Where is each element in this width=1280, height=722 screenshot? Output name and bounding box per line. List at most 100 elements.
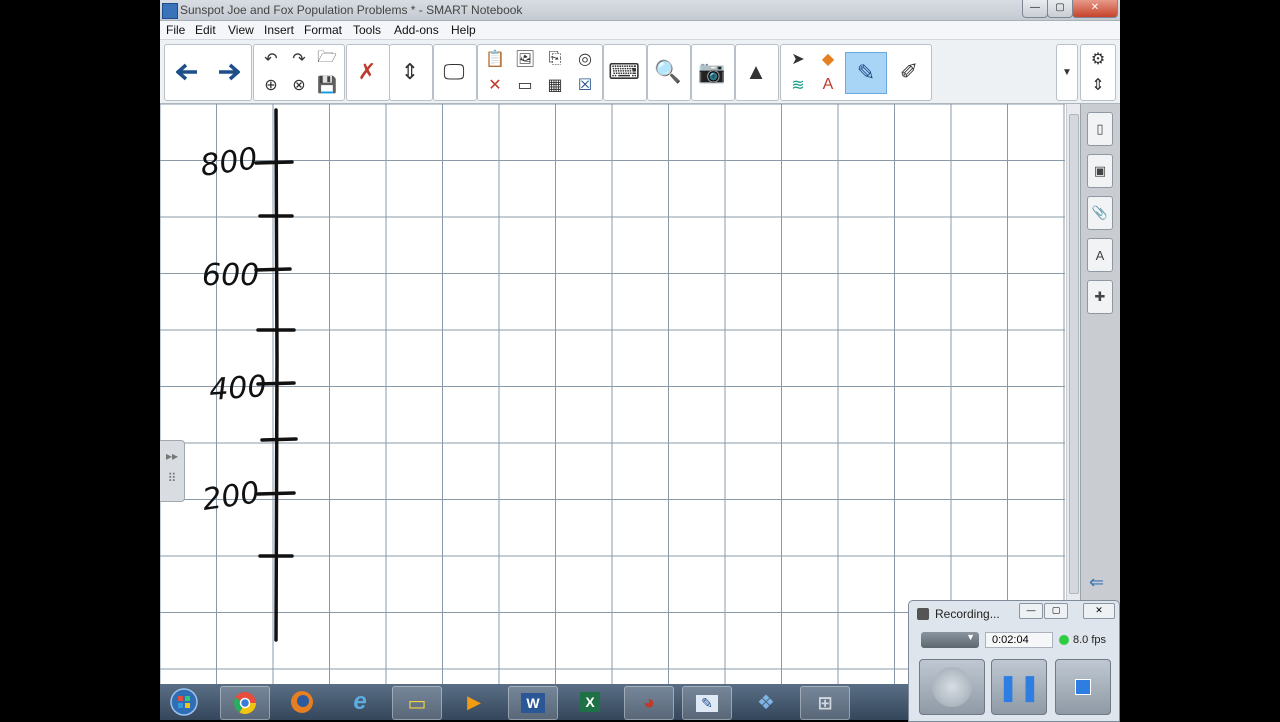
recording-volume-dropdown[interactable]: ▼ <box>921 632 979 648</box>
canvas-vertical-scrollbar[interactable] <box>1066 104 1081 684</box>
save-button[interactable]: 💾 <box>314 74 340 96</box>
redo-icon: ↷ <box>292 51 306 68</box>
recording-title: Recording... <box>935 607 1000 621</box>
gallery-button[interactable]: ◎ <box>572 48 598 70</box>
menu-add-ons[interactable]: Add-ons <box>394 23 439 37</box>
keyboard-group: ⌨ <box>603 44 647 101</box>
taskbar-file-explorer[interactable]: ▭ <box>392 686 442 720</box>
edit-group: ↶ ↷ 🗁 ⊕ ⊗ 💾 <box>253 44 345 101</box>
menu-format[interactable]: Format <box>304 23 342 37</box>
page-icon: ▯ <box>1096 121 1104 136</box>
insert-slide-button[interactable]: ▭ <box>512 74 538 96</box>
pause-button[interactable]: ❚❚ <box>991 659 1047 715</box>
taskbar-chrome[interactable] <box>220 686 270 720</box>
page-sorter-tab[interactable]: ▯ <box>1087 112 1113 146</box>
camera-icon: 📷 <box>698 59 726 84</box>
capture-icon: ⎘ <box>548 50 562 67</box>
eraser-tool-button[interactable]: ✐ <box>889 52 929 92</box>
menu-file[interactable]: File <box>166 23 185 37</box>
menu-help[interactable]: Help <box>451 23 476 37</box>
record-button[interactable] <box>919 659 985 715</box>
recording-widget: Recording... — ▢ ✕ ▼ 0:02:04 8.0 fps ❚❚ <box>908 600 1120 722</box>
save-icon: 💾 <box>317 77 337 94</box>
stop-button[interactable] <box>1055 659 1111 715</box>
response-group: ▲ <box>735 44 779 101</box>
close-button[interactable]: ✕ <box>1072 0 1118 18</box>
taskbar-smart-notebook[interactable]: ✎ <box>682 686 732 720</box>
menu-insert[interactable]: Insert <box>264 23 294 37</box>
notebook-page-canvas[interactable] <box>160 104 1065 684</box>
undo-icon: ↶ <box>264 51 278 68</box>
delete-page-button[interactable]: ⊗ <box>286 74 312 96</box>
side-tab-bar: ▯ ▣ 📎 A ✚ ⇐ <box>1080 104 1120 684</box>
toolbar-overflow-button[interactable]: ▼ <box>1054 61 1080 83</box>
monitor-icon: 🖵 <box>443 59 465 84</box>
capture-button[interactable]: ⎘ <box>542 48 568 70</box>
add-ons-tab[interactable]: ✚ <box>1087 280 1113 314</box>
add-page-icon: ⊕ <box>264 77 278 94</box>
move-toolbar-button[interactable]: ⇕ <box>1085 74 1111 96</box>
attachments-tab[interactable]: 📎 <box>1087 196 1113 230</box>
document-camera-group: 📷 <box>691 44 735 101</box>
arrow-left-icon <box>176 63 197 81</box>
smart-notebook-app-icon <box>162 3 178 19</box>
menu-edit[interactable]: Edit <box>195 23 216 37</box>
taskbar-app-red[interactable]: ◕ <box>624 686 674 720</box>
taskbar-firefox[interactable] <box>278 686 326 718</box>
gallery-image-icon: ▣ <box>1093 163 1107 178</box>
clear-ink-button[interactable]: ✗ <box>347 52 387 92</box>
display-group: 🖵 <box>433 44 477 101</box>
text-tool-button[interactable]: A <box>815 74 841 96</box>
insert-table-button[interactable]: ▦ <box>542 74 568 96</box>
cursor-arrow-icon: ➤ <box>791 51 805 68</box>
minimize-button[interactable]: — <box>1022 0 1048 18</box>
sidebar-collapse-button[interactable]: ⇐ <box>1089 572 1104 593</box>
object-group: 📋 🖼 ⎘ ◎ ✕ ▭ ▦ ☒ <box>477 44 603 101</box>
recorder-minimize-button[interactable]: — <box>1019 603 1043 619</box>
insert-image-button[interactable]: 🖼 <box>512 48 538 70</box>
creative-pen-button[interactable]: ≋ <box>785 74 811 96</box>
maximize-button[interactable]: ▢ <box>1047 0 1073 18</box>
open-file-button[interactable]: 🗁 <box>314 48 340 70</box>
taskbar-network-app[interactable]: ⊞ <box>800 686 850 720</box>
previous-page-button[interactable] <box>167 52 207 92</box>
delete-button[interactable]: ✕ <box>482 74 508 96</box>
pen-tool-button[interactable]: ✎ <box>845 52 887 94</box>
gallery-tab[interactable]: ▣ <box>1087 154 1113 188</box>
chevron-down-icon: ▼ <box>1062 66 1072 78</box>
menu-tools[interactable]: Tools <box>353 23 381 37</box>
scrollbar-thumb[interactable] <box>1069 114 1079 594</box>
properties-icon: A <box>1095 247 1105 263</box>
document-camera-button[interactable]: 📷 <box>692 52 732 92</box>
shapes-tool-button[interactable]: ◆ <box>815 48 841 70</box>
close-object-button[interactable]: ☒ <box>572 74 598 96</box>
recorder-restore-button[interactable]: ▢ <box>1044 603 1068 619</box>
taskbar-internet-explorer[interactable]: e <box>336 686 384 718</box>
drawing-tools-group: ➤ ◆ ≋ A ✎ ✐ <box>780 44 932 101</box>
paste-button[interactable]: 📋 <box>482 48 508 70</box>
full-screen-button[interactable]: 🖵 <box>434 52 474 92</box>
start-button[interactable] <box>162 686 206 718</box>
keyboard-button[interactable]: ⌨ <box>604 52 644 92</box>
undo-button[interactable]: ↶ <box>258 48 284 70</box>
customize-toolbar-button[interactable]: ⚙ <box>1085 48 1111 70</box>
taskbar-dropbox[interactable]: ❖ <box>742 686 790 718</box>
add-page-button[interactable]: ⊕ <box>258 74 284 96</box>
recording-elapsed-time: 0:02:04 <box>985 632 1053 648</box>
select-tool-button[interactable]: ➤ <box>785 48 811 70</box>
magnifier-button[interactable]: 🔍 <box>648 52 688 92</box>
taskbar-word[interactable]: W <box>508 686 558 720</box>
screen-shade-icon: ⇕ <box>400 59 420 84</box>
recorder-close-button[interactable]: ✕ <box>1083 603 1115 619</box>
menu-view[interactable]: View <box>228 23 254 37</box>
taskbar-media-player[interactable]: ▶ <box>450 686 498 718</box>
redo-button[interactable]: ↷ <box>286 48 312 70</box>
response-button[interactable]: ▲ <box>736 52 776 92</box>
toolbar-collapse-handle[interactable]: ▸▸ ⠿ <box>160 440 185 502</box>
pen-icon: ✎ <box>856 60 876 85</box>
screen-shade-button[interactable]: ⇕ <box>390 52 430 92</box>
next-page-button[interactable] <box>209 52 249 92</box>
gear-icon: ⚙ <box>1090 51 1106 68</box>
properties-tab[interactable]: A <box>1087 238 1113 272</box>
taskbar-excel[interactable]: X <box>566 686 614 718</box>
